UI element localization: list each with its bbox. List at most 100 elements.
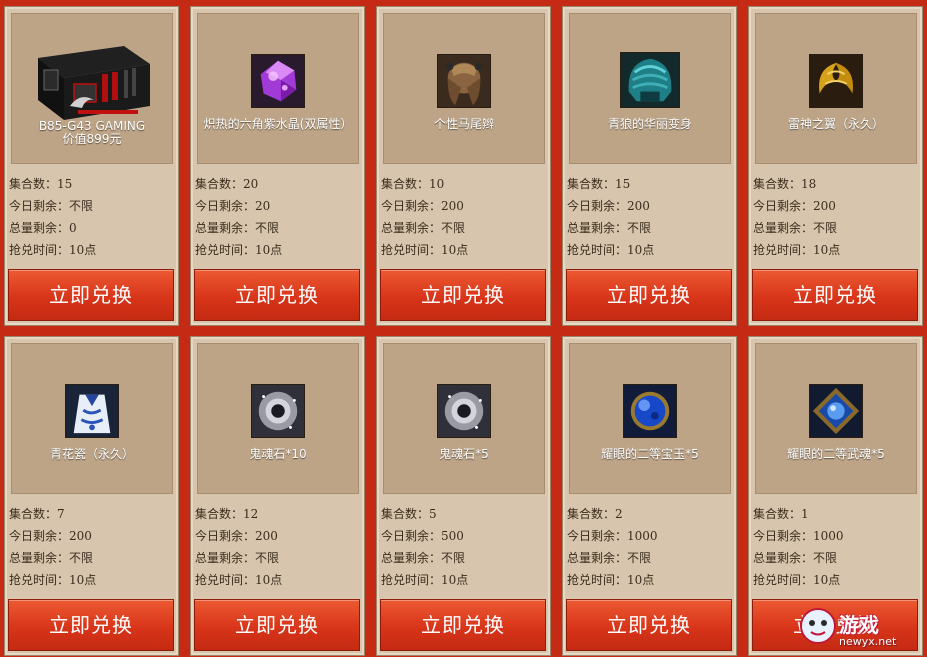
exchange-card: 耀眼的二等宝玉*5 集合数：2 今日剩余：1000 总量剩余：不限 抢兑时间：1… <box>562 336 737 656</box>
watermark-url: newyx.net <box>839 635 897 648</box>
item-name-text: B85-G43 GAMING <box>38 119 146 133</box>
stat-total-remaining: 总量剩余：不限 <box>381 221 466 235</box>
exchange-now-button[interactable]: 立即兑换 <box>752 269 918 321</box>
exchange-card: 鬼魂石*10 集合数：12 今日剩余：200 总量剩余：不限 抢兑时间：10点 … <box>190 336 365 656</box>
exchange-grid: B85-G43 GAMING 价值899元 集合数：15 今日剩余：不限 总量剩… <box>0 0 927 657</box>
stat-today-remaining: 今日剩余：200 <box>381 199 464 213</box>
exchange-card: 炽热的六角紫水晶(双属性） 集合数：20 今日剩余：20 总量剩余：不限 抢兑时… <box>190 6 365 326</box>
exchange-now-button[interactable]: 立即兑换 <box>566 269 732 321</box>
item-stats: 集合数：2 今日剩余：1000 总量剩余：不限 抢兑时间：10点 <box>567 503 727 591</box>
golden-wing-icon <box>809 54 863 108</box>
item-name: 雷神之翼（永久） <box>756 118 916 131</box>
exchange-card: 青花瓷（永久） 集合数：7 今日剩余：200 总量剩余：不限 抢兑时间：10点 … <box>4 336 179 656</box>
stat-collect-count: 集合数：7 <box>9 507 65 521</box>
item-name-text: 耀眼的二等武魂*5 <box>787 447 885 461</box>
item-image-box: 青花瓷（永久） <box>11 343 173 494</box>
exchange-card: 个性马尾辫 集合数：10 今日剩余：200 总量剩余：不限 抢兑时间：10点 立… <box>376 6 551 326</box>
stat-exchange-time: 抢兑时间：10点 <box>381 243 469 257</box>
item-name-text: 鬼魂石*10 <box>249 447 307 461</box>
item-stats: 集合数：15 今日剩余：200 总量剩余：不限 抢兑时间：10点 <box>567 173 727 261</box>
porcelain-outfit-icon <box>65 384 119 438</box>
stat-exchange-time: 抢兑时间：10点 <box>195 243 283 257</box>
exchange-card: 青狼的华丽变身 集合数：15 今日剩余：200 总量剩余：不限 抢兑时间：10点… <box>562 6 737 326</box>
wolf-helmet-icon <box>620 52 680 108</box>
newyx-logo-icon <box>799 607 837 645</box>
stat-exchange-time: 抢兑时间：10点 <box>753 243 841 257</box>
stat-collect-count: 集合数：15 <box>567 177 631 191</box>
item-image-box: 炽热的六角紫水晶(双属性） <box>197 13 359 164</box>
stat-today-remaining: 今日剩余：20 <box>195 199 271 213</box>
stat-collect-count: 集合数：10 <box>381 177 445 191</box>
item-name-text: 青花瓷（永久） <box>49 447 134 461</box>
item-image-box: 个性马尾辫 <box>383 13 545 164</box>
exchange-card: 鬼魂石*5 集合数：5 今日剩余：500 总量剩余：不限 抢兑时间：10点 立即… <box>376 336 551 656</box>
item-image-box: 鬼魂石*10 <box>197 343 359 494</box>
stat-today-remaining: 今日剩余：1000 <box>753 529 844 543</box>
exchange-now-button[interactable]: 立即兑换 <box>8 269 174 321</box>
stat-exchange-time: 抢兑时间：10点 <box>567 573 655 587</box>
exchange-now-button[interactable]: 立即兑换 <box>380 269 546 321</box>
item-name: 青花瓷（永久） <box>12 448 172 461</box>
item-stats: 集合数：5 今日剩余：500 总量剩余：不限 抢兑时间：10点 <box>381 503 541 591</box>
stat-total-remaining: 总量剩余：不限 <box>381 551 466 565</box>
item-name: 鬼魂石*10 <box>198 448 358 461</box>
motherboard-icon <box>34 44 152 122</box>
stat-today-remaining: 今日剩余：1000 <box>567 529 658 543</box>
exchange-card: 雷神之翼（永久） 集合数：18 今日剩余：200 总量剩余：不限 抢兑时间：10… <box>748 6 923 326</box>
item-stats: 集合数：7 今日剩余：200 总量剩余：不限 抢兑时间：10点 <box>9 503 169 591</box>
blue-gem-icon <box>623 384 677 438</box>
stat-exchange-time: 抢兑时间：10点 <box>9 243 97 257</box>
stat-collect-count: 集合数：20 <box>195 177 259 191</box>
stat-exchange-time: 抢兑时间：10点 <box>9 573 97 587</box>
stat-today-remaining: 今日剩余：200 <box>195 529 278 543</box>
stat-total-remaining: 总量剩余：不限 <box>9 551 94 565</box>
exchange-now-button[interactable]: 立即兑换 <box>194 599 360 651</box>
item-name-text: 个性马尾辫 <box>433 117 494 131</box>
item-stats: 集合数：18 今日剩余：200 总量剩余：不限 抢兑时间：10点 <box>753 173 913 261</box>
exchange-now-button[interactable]: 立即兑换 <box>8 599 174 651</box>
stat-today-remaining: 今日剩余：500 <box>381 529 464 543</box>
watermark: 游戏 newyx.net <box>799 603 919 653</box>
stat-collect-count: 集合数：15 <box>9 177 73 191</box>
item-name: 个性马尾辫 <box>384 118 544 131</box>
item-stats: 集合数：12 今日剩余：200 总量剩余：不限 抢兑时间：10点 <box>195 503 355 591</box>
item-name-text: 耀眼的二等宝玉*5 <box>601 447 699 461</box>
stat-total-remaining: 总量剩余：0 <box>9 221 77 235</box>
ghost-stone-icon <box>437 384 491 438</box>
item-name: 青狼的华丽变身 <box>570 118 730 131</box>
item-name-text: 雷神之翼（永久） <box>787 117 884 131</box>
stat-exchange-time: 抢兑时间：10点 <box>567 243 655 257</box>
item-stats: 集合数：1 今日剩余：1000 总量剩余：不限 抢兑时间：10点 <box>753 503 913 591</box>
item-image-box: B85-G43 GAMING 价值899元 <box>11 13 173 164</box>
stat-collect-count: 集合数：12 <box>195 507 259 521</box>
item-price-text: 价值899元 <box>62 132 122 146</box>
stat-total-remaining: 总量剩余：不限 <box>753 221 838 235</box>
stat-total-remaining: 总量剩余：不限 <box>567 551 652 565</box>
stat-today-remaining: 今日剩余：不限 <box>9 199 94 213</box>
watermark-text: 游戏 <box>839 613 879 637</box>
stat-today-remaining: 今日剩余：200 <box>9 529 92 543</box>
stat-today-remaining: 今日剩余：200 <box>567 199 650 213</box>
item-name: 耀眼的二等宝玉*5 <box>570 448 730 461</box>
item-image-box: 雷神之翼（永久） <box>755 13 917 164</box>
exchange-now-button[interactable]: 立即兑换 <box>566 599 732 651</box>
exchange-now-button[interactable]: 立即兑换 <box>194 269 360 321</box>
item-image-box: 耀眼的二等宝玉*5 <box>569 343 731 494</box>
stat-collect-count: 集合数：1 <box>753 507 809 521</box>
stat-today-remaining: 今日剩余：200 <box>753 199 836 213</box>
item-name: 鬼魂石*5 <box>384 448 544 461</box>
item-stats: 集合数：10 今日剩余：200 总量剩余：不限 抢兑时间：10点 <box>381 173 541 261</box>
item-image-box: 青狼的华丽变身 <box>569 13 731 164</box>
purple-crystal-icon <box>251 54 305 108</box>
exchange-card: B85-G43 GAMING 价值899元 集合数：15 今日剩余：不限 总量剩… <box>4 6 179 326</box>
stat-collect-count: 集合数：5 <box>381 507 437 521</box>
stat-exchange-time: 抢兑时间：10点 <box>753 573 841 587</box>
item-stats: 集合数：15 今日剩余：不限 总量剩余：0 抢兑时间：10点 <box>9 173 169 261</box>
stat-exchange-time: 抢兑时间：10点 <box>195 573 283 587</box>
stat-exchange-time: 抢兑时间：10点 <box>381 573 469 587</box>
stat-total-remaining: 总量剩余：不限 <box>753 551 838 565</box>
exchange-now-button[interactable]: 立即兑换 <box>380 599 546 651</box>
stat-total-remaining: 总量剩余：不限 <box>195 221 280 235</box>
stat-total-remaining: 总量剩余：不限 <box>195 551 280 565</box>
stat-collect-count: 集合数：18 <box>753 177 817 191</box>
